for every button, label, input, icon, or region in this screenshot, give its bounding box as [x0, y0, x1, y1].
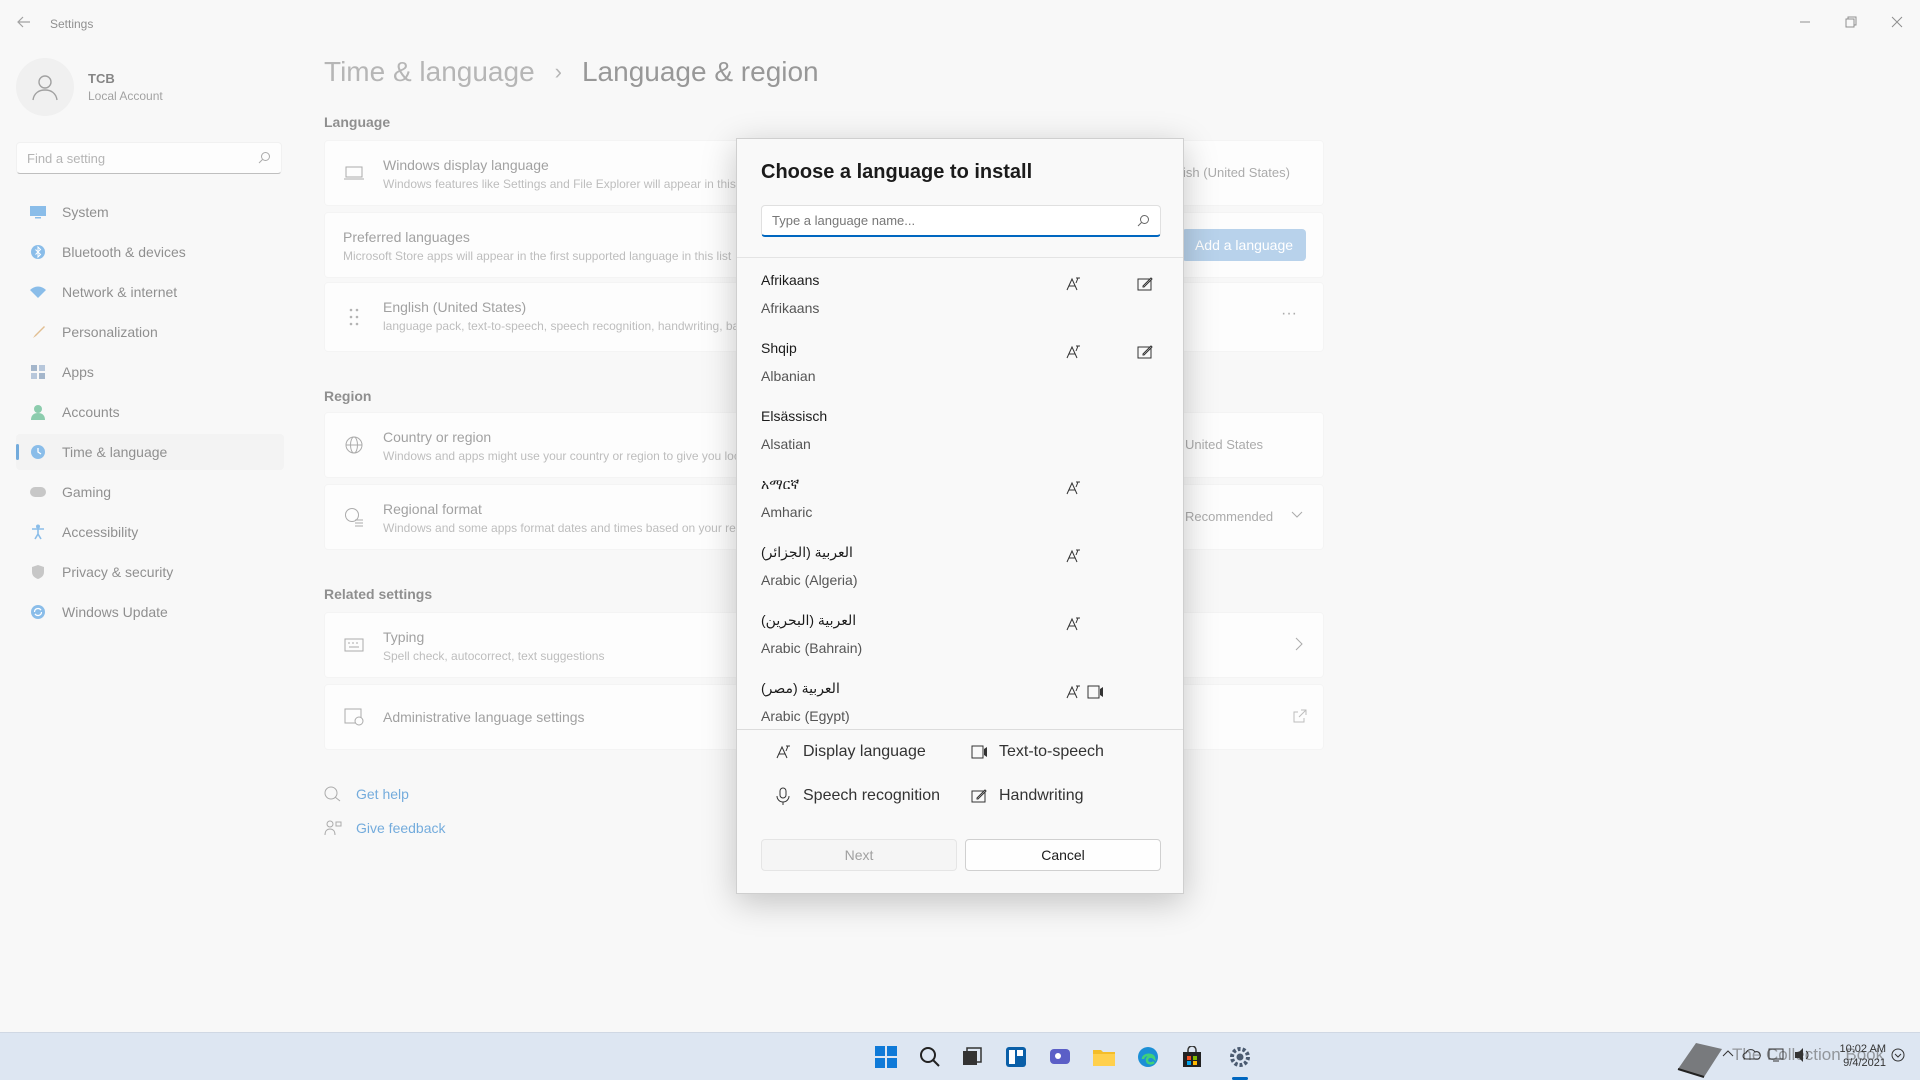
display-language-icon — [1063, 546, 1083, 566]
handwriting-icon — [969, 786, 989, 806]
text-to-speech-icon — [969, 742, 989, 762]
language-english-name: Arabic (Egypt) — [761, 708, 850, 724]
taskbar: The Collection Book 10:02 AM 9/4/2021 — [0, 1032, 1920, 1080]
language-native-name: Shqip — [761, 340, 797, 356]
chevron-up-icon[interactable] — [1722, 1047, 1734, 1061]
language-item-arabic-algeria[interactable]: العربية (الجزائر) Arabic (Algeria) — [737, 530, 1183, 598]
language-english-name: Arabic (Algeria) — [761, 572, 858, 588]
display-language-icon — [1063, 342, 1083, 362]
language-native-name: العربية (مصر) — [761, 680, 840, 696]
edge-icon[interactable] — [1132, 1041, 1164, 1073]
legend-label: Handwriting — [999, 787, 1084, 804]
search-icon[interactable] — [914, 1041, 946, 1073]
language-native-name: አማርኛ — [761, 476, 800, 492]
store-icon[interactable] — [1176, 1041, 1208, 1073]
feature-legend: Display language Text-to-speech Speech r… — [737, 729, 1183, 809]
network-icon[interactable] — [1768, 1047, 1788, 1066]
cancel-button[interactable]: Cancel — [965, 839, 1161, 871]
language-item-albanian[interactable]: Shqip Albanian — [737, 326, 1183, 394]
language-english-name: Amharic — [761, 504, 813, 520]
language-item-alsatian[interactable]: Elsässisch Alsatian — [737, 394, 1183, 462]
language-english-name: Albanian — [761, 368, 816, 384]
language-item-arabic-egypt[interactable]: العربية (مصر) Arabic (Egypt) — [737, 666, 1183, 727]
handwriting-icon — [1135, 274, 1155, 294]
legend-speech-recognition: Speech recognition — [773, 786, 940, 806]
notification-icon[interactable] — [1890, 1047, 1906, 1066]
clock-date: 9/4/2021 — [1843, 1057, 1886, 1069]
language-list[interactable]: Afrikaans Afrikaans Shqip Albanian Elsäs… — [737, 257, 1183, 727]
language-search[interactable] — [761, 205, 1161, 237]
display-language-icon — [1063, 478, 1083, 498]
display-language-icon — [1063, 682, 1083, 702]
handwriting-icon — [1135, 342, 1155, 362]
language-english-name: Alsatian — [761, 436, 811, 452]
task-view-icon[interactable] — [956, 1041, 988, 1073]
choose-language-dialog: Choose a language to install Afrikaans A… — [736, 138, 1184, 894]
search-icon — [1137, 214, 1150, 232]
clock[interactable]: 10:02 AM 9/4/2021 — [1830, 1042, 1886, 1070]
language-item-amharic[interactable]: አማርኛ Amharic — [737, 462, 1183, 530]
legend-text-to-speech: Text-to-speech — [969, 742, 1104, 762]
microphone-icon — [773, 786, 793, 806]
language-native-name: العربية (البحرين) — [761, 612, 857, 628]
dialog-title: Choose a language to install — [761, 161, 1033, 183]
language-english-name: Afrikaans — [761, 300, 820, 316]
legend-display-language: Display language — [773, 742, 926, 762]
next-button[interactable]: Next — [761, 839, 957, 871]
language-search-input[interactable] — [762, 206, 1122, 234]
clock-time: 10:02 AM — [1839, 1043, 1886, 1055]
legend-handwriting: Handwriting — [969, 786, 1083, 806]
language-english-name: Arabic (Bahrain) — [761, 640, 863, 656]
start-icon[interactable] — [870, 1041, 902, 1073]
display-language-icon — [1063, 274, 1083, 294]
volume-icon[interactable] — [1794, 1047, 1812, 1066]
language-native-name: Elsässisch — [761, 408, 828, 424]
onedrive-icon[interactable] — [1742, 1047, 1762, 1064]
widgets-icon[interactable] — [1000, 1041, 1032, 1073]
language-native-name: العربية (الجزائر) — [761, 544, 853, 560]
legend-label: Speech recognition — [803, 787, 940, 804]
display-language-icon — [773, 742, 793, 762]
language-item-afrikaans[interactable]: Afrikaans Afrikaans — [737, 258, 1183, 326]
legend-label: Display language — [803, 743, 926, 760]
language-native-name: Afrikaans — [761, 272, 820, 288]
display-language-icon — [1063, 614, 1083, 634]
legend-label: Text-to-speech — [999, 743, 1104, 760]
settings-gear-icon[interactable] — [1224, 1041, 1256, 1073]
language-item-arabic-bahrain[interactable]: العربية (البحرين) Arabic (Bahrain) — [737, 598, 1183, 666]
file-explorer-icon[interactable] — [1088, 1041, 1120, 1073]
text-to-speech-icon — [1085, 682, 1105, 702]
chat-icon[interactable] — [1044, 1041, 1076, 1073]
book-logo-icon — [1672, 1033, 1726, 1080]
